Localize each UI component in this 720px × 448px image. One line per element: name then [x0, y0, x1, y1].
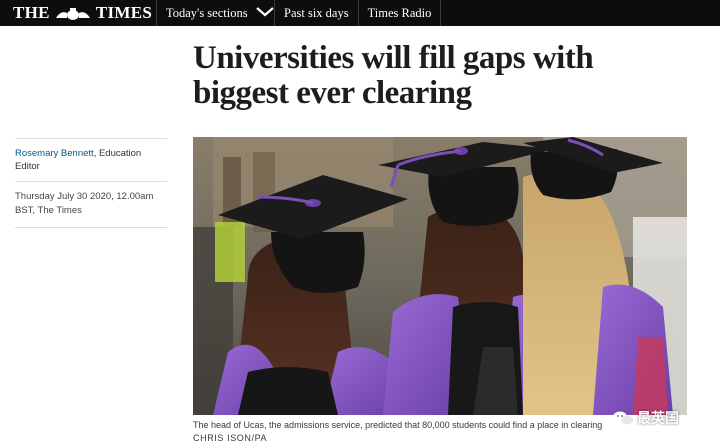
author-row: Rosemary Bennett, Education Editor: [15, 139, 167, 181]
publish-date: Thursday July 30 2020, 12.00am BST, The …: [15, 191, 154, 216]
logo-text-times: TIMES: [95, 3, 153, 22]
nav-todays-sections[interactable]: Today's sections: [157, 0, 275, 26]
wechat-icon: [612, 410, 634, 426]
watermark: 最英国: [612, 408, 679, 428]
times-logo[interactable]: THE TIMES: [0, 0, 157, 26]
nav-times-radio[interactable]: Times Radio: [359, 0, 442, 26]
article-headline: Universities will fill gaps with biggest…: [193, 40, 594, 111]
image-credit: CHRIS ISON/PA: [193, 433, 268, 443]
nav-todays-sections-label: Today's sections: [166, 5, 248, 20]
author-link[interactable]: Rosemary Bennett: [15, 148, 94, 159]
nav-times-radio-label: Times Radio: [367, 5, 432, 20]
byline: Rosemary Bennett, Education Editor Thurs…: [15, 138, 167, 228]
divider: [15, 227, 167, 228]
logo-text-the: THE: [13, 3, 50, 22]
chevron-down-icon: [255, 6, 274, 21]
image-caption: The head of Ucas, the admissions service…: [193, 420, 603, 430]
nav-past-six-days[interactable]: Past six days: [275, 0, 359, 26]
nav-past-six-days-label: Past six days: [284, 5, 349, 20]
watermark-text: 最英国: [637, 410, 679, 426]
royal-crest-icon: [53, 6, 93, 20]
top-nav-bar: THE TIMES Today's sections Past six days…: [0, 0, 720, 26]
article-hero-image: [193, 137, 687, 415]
